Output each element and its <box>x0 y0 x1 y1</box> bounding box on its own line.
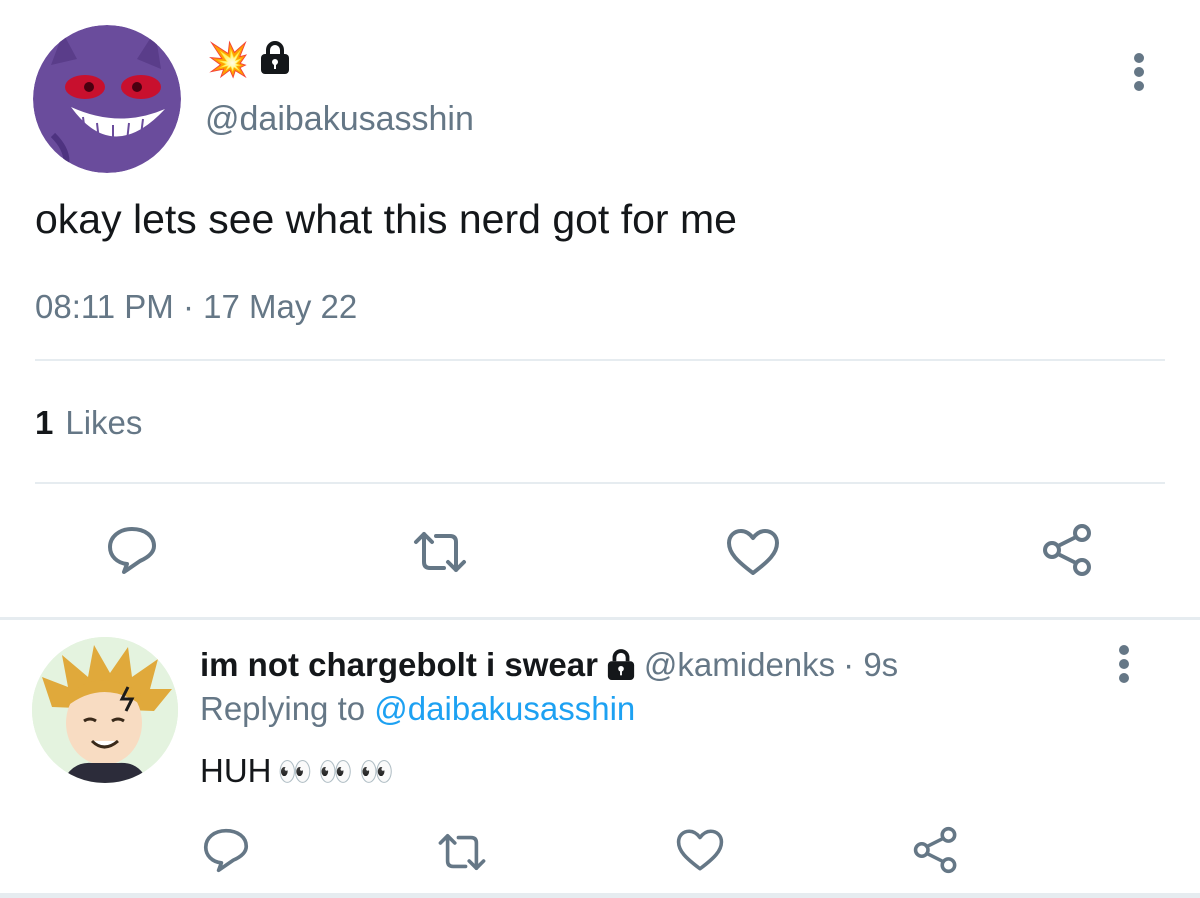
reply-button[interactable] <box>196 822 256 878</box>
gengar-avatar-image <box>33 25 181 173</box>
eyes-emoji: 👀 <box>318 755 354 787</box>
user-handle[interactable]: @daibakusasshin <box>205 100 474 139</box>
section-separator <box>0 617 1200 620</box>
eyes-emoji: 👀 <box>359 755 395 787</box>
reply-header: im not chargebolt i swear @kamidenks · 9… <box>200 643 898 687</box>
share-icon <box>1043 524 1091 576</box>
retweet-button[interactable] <box>432 824 492 880</box>
eyes-emoji: 👀 <box>277 755 313 787</box>
share-button[interactable] <box>906 822 966 878</box>
retweet-icon <box>414 532 466 572</box>
reply-text-content: HUH <box>200 752 272 789</box>
replying-prefix: Replying to <box>200 690 366 727</box>
tweet-detail-view: 💥 @daibakusasshin okay lets see what thi… <box>0 0 1200 898</box>
more-options-button[interactable] <box>1109 642 1139 686</box>
retweet-button[interactable] <box>410 524 470 580</box>
replying-to-line: Replying to @daibakusasshin <box>200 690 635 728</box>
tweet-text: okay lets see what this nerd got for me <box>35 196 737 242</box>
lock-icon <box>259 40 291 81</box>
name-row: 💥 <box>207 40 291 80</box>
avatar[interactable] <box>33 25 181 173</box>
more-vertical-icon <box>1119 645 1129 683</box>
heart-icon <box>676 829 724 871</box>
reply-icon <box>203 828 249 873</box>
retweet-icon <box>438 834 486 870</box>
likes-count: 1 <box>35 404 54 441</box>
likes-label: Likes <box>65 404 143 441</box>
likes-count-row[interactable]: 1 Likes <box>35 404 142 442</box>
replying-to-link[interactable]: @daibakusasshin <box>374 690 635 727</box>
reply-display-name[interactable]: im not chargebolt i swear <box>200 646 598 684</box>
like-button[interactable] <box>723 524 783 580</box>
heart-icon <box>727 529 779 575</box>
lock-icon <box>606 648 636 682</box>
reply-icon <box>108 527 156 574</box>
divider <box>35 482 1165 484</box>
bottom-border <box>0 893 1200 898</box>
reply-time: · 9s <box>843 646 899 683</box>
more-vertical-icon <box>1134 53 1144 91</box>
reply-button[interactable] <box>102 522 162 578</box>
avatar[interactable] <box>32 637 178 783</box>
more-options-button[interactable] <box>1124 50 1154 94</box>
badge-emoji: 💥 <box>207 41 250 79</box>
reply-text: HUH 👀 👀 👀 <box>200 752 394 790</box>
denki-avatar-image <box>32 637 178 783</box>
like-button[interactable] <box>670 822 730 878</box>
share-button[interactable] <box>1038 522 1098 578</box>
divider <box>35 359 1165 361</box>
share-icon <box>913 826 957 874</box>
reply-handle[interactable]: @kamidenks <box>644 646 835 684</box>
tweet-timestamp[interactable]: 08:11 PM · 17 May 22 <box>35 288 357 326</box>
